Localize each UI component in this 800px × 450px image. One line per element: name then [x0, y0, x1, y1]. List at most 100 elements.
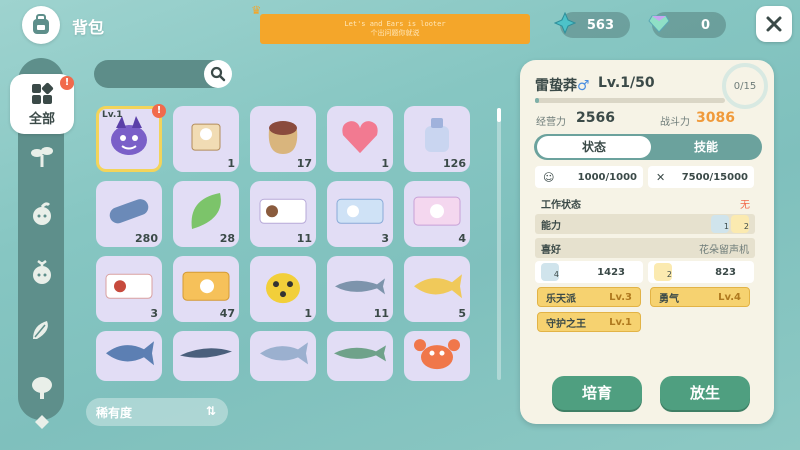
pink-heart-icon [340, 117, 380, 159]
hp-value: 1000/1000 [577, 171, 637, 183]
category-sprout-creature[interactable] [24, 256, 60, 288]
work-status-label: 工作状态 [541, 200, 581, 211]
ladybug-icon [261, 266, 305, 310]
inventory-item-orange-ticket[interactable]: 47 [173, 256, 239, 322]
notice-banner: ♛ Let's and Ears is looter 个出问题你就说 [252, 3, 530, 44]
item-count: 11 [373, 307, 389, 320]
inventory-item-blue-fish[interactable] [96, 331, 162, 381]
yellow-fish-icon [410, 270, 464, 306]
inventory-item-blue-ticket[interactable]: 3 [327, 181, 393, 247]
item-count: 3 [150, 307, 158, 320]
bottle-icon [415, 114, 459, 162]
rainbow-gem-icon [646, 10, 672, 36]
grid-scrollbar[interactable] [497, 108, 501, 380]
sprout-icon [31, 147, 53, 167]
ticket-red-icon [104, 270, 154, 306]
inventory-item-sturgeon[interactable]: 11 [327, 256, 393, 322]
water-stat-field: 4 1423 [535, 261, 643, 283]
nurture-button[interactable]: 培育 [552, 376, 642, 410]
lightning-stat-value: 823 [715, 266, 736, 278]
sidebar-diamond [24, 410, 60, 434]
pet-level: Lv.1/50 [598, 75, 655, 91]
trait-courage[interactable]: 勇气 Lv.4 [650, 287, 750, 307]
page-title: 背包 [72, 18, 105, 37]
item-count: 126 [443, 157, 466, 170]
water-stat-value: 1423 [597, 266, 625, 278]
blue-ticket-icon [335, 195, 385, 231]
eel-icon [178, 341, 234, 369]
tuna-icon [256, 338, 310, 372]
energy-value: 7500/15000 [681, 171, 748, 183]
category-leaves[interactable] [24, 314, 60, 346]
fork-knife-icon: ✕ [656, 170, 666, 184]
tab-skills[interactable]: 技能 [651, 136, 761, 158]
item-count: 5 [458, 307, 466, 320]
item-alert-badge: ! [152, 104, 166, 118]
tree-icon [32, 377, 52, 399]
tab-status[interactable]: 状态 [537, 136, 651, 158]
inventory-item-green-fish[interactable] [327, 331, 393, 381]
lightning-stat-icon: 2 [654, 263, 672, 281]
trait-level: Lv.4 [718, 291, 741, 303]
inventory-item-ticket-red[interactable]: 3 [96, 256, 162, 322]
item-count: 1 [381, 157, 389, 170]
inventory-item-pet-purple-creature[interactable]: Lv.1 [96, 106, 162, 172]
close-button[interactable] [756, 6, 792, 42]
trait-guardian-king[interactable]: 守护之王 Lv.1 [537, 312, 641, 332]
inventory-item-capsule[interactable]: 280 [96, 181, 162, 247]
inventory-item-ladybug[interactable]: 1 [250, 256, 316, 322]
inventory-item-eel[interactable] [173, 331, 239, 381]
green-fish-icon [332, 339, 388, 371]
category-tree[interactable] [24, 372, 60, 404]
seed-sack-icon [261, 114, 305, 162]
orange-ticket-icon [181, 268, 231, 308]
category-sprout[interactable] [24, 140, 60, 172]
item-count: 3 [381, 232, 389, 245]
item-count: 280 [135, 232, 158, 245]
release-button[interactable]: 放生 [660, 376, 750, 410]
grid-scroll-thumb[interactable] [497, 108, 501, 122]
hobby-row: 喜好 花朵留声机 [535, 238, 755, 258]
trait-name: 勇气 [659, 293, 679, 305]
pet-name: 雷蛰莽♂ [535, 75, 590, 95]
trait-level: Lv.1 [609, 316, 632, 328]
blue-crystal-icon [552, 10, 578, 36]
trait-optimist[interactable]: 乐天派 Lv.3 [537, 287, 641, 307]
energy-field: ✕ 7500/15000 [648, 166, 754, 188]
sturgeon-icon [333, 272, 387, 304]
inventory-item-pink-heart[interactable]: 1 [327, 106, 393, 172]
item-count: 17 [296, 157, 312, 170]
cat-box-icon [186, 116, 226, 160]
search-button[interactable] [204, 60, 232, 88]
grid-icon [32, 82, 54, 104]
category-leaf-creature[interactable] [24, 198, 60, 230]
rarity-sort-button[interactable]: 稀有度 ⇅ [86, 398, 228, 426]
inventory-item-seed-sack[interactable]: 17 [250, 106, 316, 172]
item-count: 28 [219, 232, 235, 245]
item-count: 11 [296, 232, 312, 245]
inventory-item-green-leaf[interactable]: 28 [173, 181, 239, 247]
inventory-item-cat-box[interactable]: 1 [173, 106, 239, 172]
crystal-value: 563 [586, 17, 614, 33]
capsule-icon [105, 193, 153, 233]
inventory-item-yellow-fish[interactable]: 5 [404, 256, 470, 322]
pet-purple-creature-icon [104, 114, 154, 162]
male-icon: ♂ [577, 78, 590, 94]
inventory-item-ticket[interactable]: 11 [250, 181, 316, 247]
management-label: 经营力 [536, 117, 566, 128]
hobby-label: 喜好 [541, 244, 561, 256]
inventory-item-tuna[interactable] [250, 331, 316, 381]
hp-field: ☺ 1000/1000 [535, 166, 643, 188]
pet-name-text: 雷蛰莽 [535, 78, 577, 94]
inventory-item-pink-card[interactable]: 4 [404, 181, 470, 247]
lightning-stat-field: 2 823 [648, 261, 754, 283]
hobby-value: 花朵留声机 [699, 244, 749, 256]
sprout-creature-icon [33, 260, 51, 284]
inventory-item-crab[interactable] [404, 331, 470, 381]
water-stat-icon: 4 [541, 263, 559, 281]
green-leaf-icon [186, 189, 226, 237]
gem-value: 0 [700, 17, 710, 33]
item-count: 1 [304, 307, 312, 320]
inventory-item-bottle[interactable]: 126 [404, 106, 470, 172]
water-ability-icon: 1 [711, 215, 729, 233]
